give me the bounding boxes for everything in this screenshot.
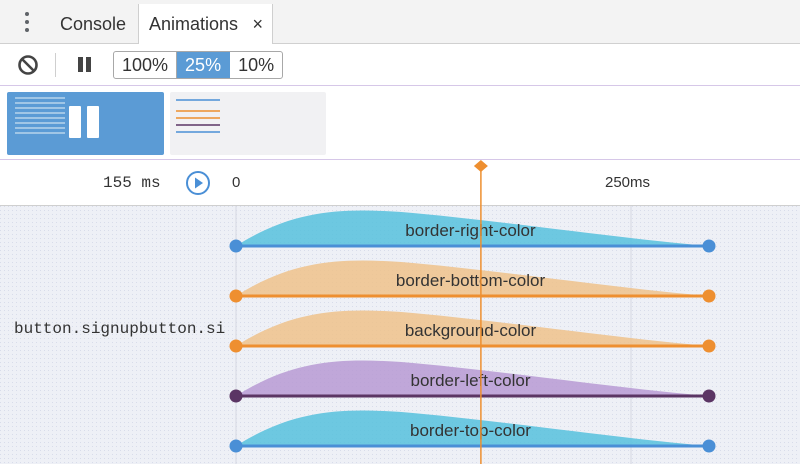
close-icon[interactable]: × xyxy=(253,4,264,44)
kebab-menu-icon[interactable] xyxy=(18,10,34,34)
animation-start-handle[interactable] xyxy=(229,439,243,453)
toolbar-divider xyxy=(55,53,56,77)
rate-25-button[interactable]: 25% xyxy=(177,52,231,78)
tab-animations-label: Animations xyxy=(149,14,239,34)
animation-end-handle[interactable] xyxy=(702,389,716,403)
animation-end-handle[interactable] xyxy=(702,439,716,453)
animation-start-handle[interactable] xyxy=(229,339,243,353)
tab-console[interactable]: Console xyxy=(50,4,136,44)
animation-group-buffer xyxy=(0,86,800,160)
animation-start-handle[interactable] xyxy=(229,239,243,253)
animation-group-preview-icon xyxy=(176,99,220,133)
animation-name-label: border-bottom-color xyxy=(396,271,546,290)
animation-start-handle[interactable] xyxy=(229,389,243,403)
rate-10-button[interactable]: 10% xyxy=(230,52,282,78)
pause-icon[interactable] xyxy=(76,57,92,73)
playback-rate-group: 100% 25% 10% xyxy=(113,51,284,79)
animation-name-label: border-left-color xyxy=(411,371,531,390)
animation-name-label: background-color xyxy=(405,321,537,340)
animation-name-label: border-top-color xyxy=(410,421,531,440)
animation-end-handle[interactable] xyxy=(702,289,716,303)
tab-bar: Console Animations × xyxy=(0,0,800,45)
animation-name-label: border-right-color xyxy=(405,221,536,240)
animations-toolbar: 100% 25% 10% xyxy=(0,44,800,86)
animation-end-handle[interactable] xyxy=(702,339,716,353)
animation-start-handle[interactable] xyxy=(229,289,243,303)
animation-timeline: border-right-color border-bottom-color bac… xyxy=(229,160,716,464)
clear-all-icon[interactable] xyxy=(16,53,40,77)
animation-end-handle[interactable] xyxy=(702,239,716,253)
animation-group-preview-icon xyxy=(15,97,99,138)
timeline-scrubber-handle[interactable] xyxy=(473,160,488,172)
animation-group-preview-selected[interactable] xyxy=(7,92,164,155)
rate-100-button[interactable]: 100% xyxy=(114,52,178,78)
tab-console-label: Console xyxy=(60,14,127,34)
animation-group-preview[interactable] xyxy=(170,92,326,155)
tab-animations[interactable]: Animations × xyxy=(138,4,274,45)
